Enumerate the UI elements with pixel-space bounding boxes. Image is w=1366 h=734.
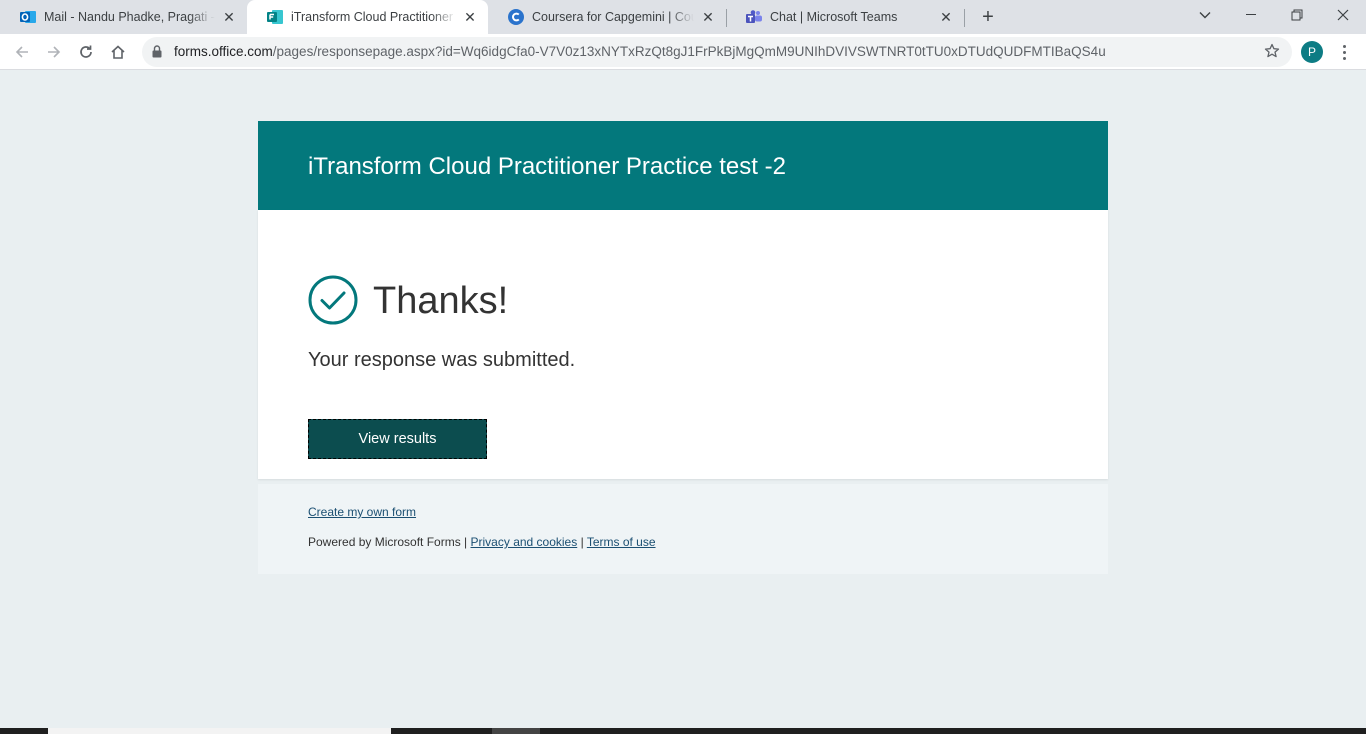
forms-icon	[267, 9, 283, 25]
tab-title: Coursera for Capgemini | Coursera	[532, 10, 694, 24]
lock-icon[interactable]	[152, 45, 162, 63]
close-icon[interactable]: ✕	[462, 9, 478, 25]
tab-search-chevron-icon[interactable]	[1182, 0, 1228, 30]
tab-title: Mail - Nandu Phadke, Pragati - Outlook	[44, 10, 215, 24]
profile-avatar[interactable]: P	[1301, 41, 1323, 63]
address-bar[interactable]: forms.office.com/pages/responsepage.aspx…	[142, 37, 1292, 67]
taskbar-search-segment[interactable]	[48, 728, 391, 734]
minimize-icon[interactable]	[1228, 0, 1274, 30]
coursera-icon	[508, 9, 524, 25]
taskbar-app-segment[interactable]	[492, 728, 540, 734]
tab-separator	[964, 9, 965, 27]
form-title: iTransform Cloud Practitioner Practice t…	[308, 153, 786, 180]
restore-icon[interactable]	[1274, 0, 1320, 30]
forward-icon[interactable]	[40, 38, 68, 66]
browser-toolbar: forms.office.com/pages/responsepage.aspx…	[0, 34, 1366, 70]
powered-by-line: Powered by Microsoft Forms | Privacy and…	[308, 535, 656, 549]
confirmation-card: Thanks! Your response was submitted. Vie…	[258, 210, 1108, 479]
privacy-link[interactable]: Privacy and cookies	[471, 535, 578, 549]
url-path: /pages/responsepage.aspx?id=Wq6idgCfa0-V…	[272, 44, 1106, 59]
close-icon[interactable]: ✕	[938, 9, 954, 25]
tab-forms-active[interactable]: iTransform Cloud Practitioner Practice t…	[247, 0, 488, 34]
url-host: forms.office.com	[174, 44, 273, 59]
submitted-message: Your response was submitted.	[308, 349, 576, 371]
form-header: iTransform Cloud Practitioner Practice t…	[258, 121, 1108, 210]
reload-icon[interactable]	[72, 38, 100, 66]
thanks-heading: Thanks!	[373, 280, 509, 322]
view-results-button[interactable]: View results	[308, 419, 487, 459]
tab-title: iTransform Cloud Practitioner Practice t…	[291, 10, 456, 24]
outlook-icon	[20, 9, 36, 25]
tab-coursera[interactable]: Coursera for Capgemini | Coursera ✕	[488, 0, 726, 34]
terms-link[interactable]: Terms of use	[587, 535, 656, 549]
url-text[interactable]: forms.office.com/pages/responsepage.aspx…	[174, 44, 1106, 59]
tab-outlook-mail[interactable]: Mail - Nandu Phadke, Pragati - Outlook ✕	[0, 0, 247, 34]
close-icon[interactable]: ✕	[700, 9, 716, 25]
check-circle-icon	[308, 275, 358, 325]
window-close-icon[interactable]	[1320, 0, 1366, 30]
back-icon[interactable]	[8, 38, 36, 66]
powered-by-text: Powered by Microsoft Forms |	[308, 535, 468, 549]
tab-teams[interactable]: Chat | Microsoft Teams ✕	[726, 0, 964, 34]
tab-title: Chat | Microsoft Teams	[770, 10, 898, 24]
close-icon[interactable]: ✕	[221, 9, 237, 25]
footer-separator: |	[580, 535, 584, 549]
new-tab-icon[interactable]: +	[976, 5, 1000, 29]
bookmark-star-icon[interactable]	[1264, 43, 1280, 64]
teams-icon	[746, 9, 762, 25]
create-form-link[interactable]: Create my own form	[308, 505, 416, 519]
taskbar-strip	[0, 728, 1366, 734]
home-icon[interactable]	[104, 38, 132, 66]
browser-menu-icon[interactable]	[1336, 42, 1352, 62]
browser-tabstrip: Mail - Nandu Phadke, Pragati - Outlook ✕…	[0, 0, 1366, 34]
form-footer: Create my own form Powered by Microsoft …	[258, 484, 1108, 574]
